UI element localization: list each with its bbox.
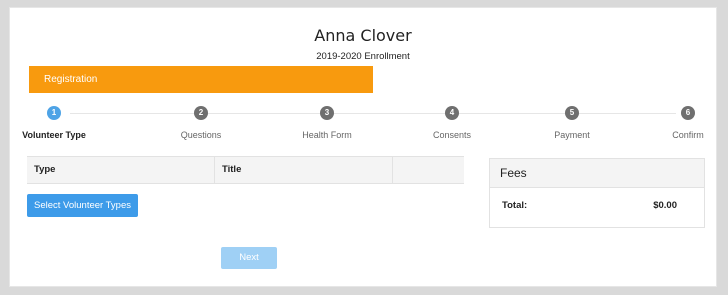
- volunteer-type-table-header: Type Title: [27, 156, 464, 184]
- registration-label: Registration: [44, 74, 98, 85]
- step-confirm[interactable]: 6 Confirm: [633, 106, 728, 140]
- step-number: 3: [320, 106, 334, 120]
- step-payment[interactable]: 5 Payment: [517, 106, 627, 140]
- fees-title: Fees: [490, 159, 704, 188]
- fees-total-label: Total:: [502, 200, 528, 211]
- select-volunteer-types-button[interactable]: Select Volunteer Types: [27, 194, 138, 217]
- step-volunteer-type[interactable]: 1 Volunteer Type: [0, 106, 109, 140]
- enrollment-card: Anna Clover 2019-2020 Enrollment Registr…: [9, 7, 717, 287]
- step-label: Confirm: [672, 130, 704, 140]
- column-header-type: Type: [27, 157, 215, 183]
- column-header-title: Title: [215, 157, 393, 183]
- fees-total-value: $0.00: [653, 200, 677, 211]
- step-number: 5: [565, 106, 579, 120]
- step-health-form[interactable]: 3 Health Form: [272, 106, 382, 140]
- step-number: 6: [681, 106, 695, 120]
- step-label: Volunteer Type: [22, 130, 86, 140]
- step-label: Questions: [180, 130, 222, 140]
- step-label: Consents: [432, 130, 472, 140]
- step-number: 2: [194, 106, 208, 120]
- step-number: 4: [445, 106, 459, 120]
- enrollment-subtitle: 2019-2020 Enrollment: [316, 51, 410, 62]
- person-name: Anna Clover: [314, 26, 412, 45]
- step-label: Health Form: [302, 130, 352, 140]
- registration-bar: Registration: [29, 66, 373, 93]
- step-label: Payment: [554, 130, 590, 140]
- step-consents[interactable]: 4 Consents: [397, 106, 507, 140]
- fees-total-row: Total: $0.00: [490, 200, 704, 211]
- step-questions[interactable]: 2 Questions: [146, 106, 256, 140]
- next-button[interactable]: Next: [221, 247, 277, 269]
- column-header-empty: [393, 157, 464, 183]
- step-number: 1: [47, 106, 61, 120]
- fees-panel: Fees Total: $0.00: [489, 158, 705, 228]
